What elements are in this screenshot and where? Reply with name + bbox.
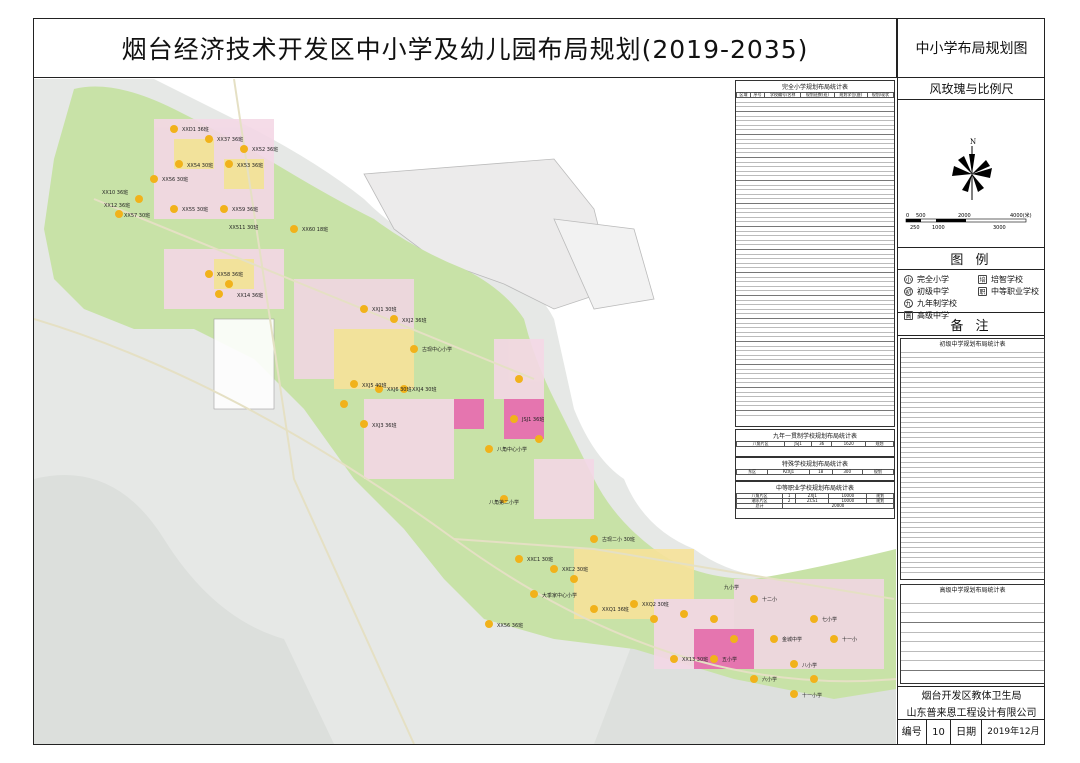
svg-text:XXQ1 36班: XXQ1 36班 — [602, 606, 629, 613]
svg-text:XXC2 30班: XXC2 30班 — [562, 566, 588, 573]
page-title: 烟台经济技术开发区中小学及幼儿园布局规划(2019-2035) — [33, 18, 897, 78]
nine-year-table: 九年一贯制学校规划布局统计表 八角片区 JSJ1 36 1620 规划 — [735, 429, 895, 457]
legend-middle: 初初级中学 — [904, 287, 949, 296]
svg-text:十一小学: 十一小学 — [802, 692, 822, 699]
svg-text:八小学: 八小学 — [802, 662, 817, 669]
svg-text:大季家中心小学: 大季家中心小学 — [542, 592, 577, 599]
middle-school-icon: 初 — [904, 287, 913, 296]
svg-text:XX57 30班: XX57 30班 — [124, 212, 150, 219]
svg-text:十一小: 十一小 — [842, 636, 857, 643]
svg-text:XX14 36班: XX14 36班 — [237, 292, 263, 299]
svg-text:XX58 36班: XX58 36班 — [217, 271, 243, 278]
svg-text:XX59 36班: XX59 36班 — [232, 206, 258, 213]
middle-table-caption: 初级中学规划布局统计表 — [939, 341, 1006, 348]
vocational-school-table: 中等职业学校规划布局统计表 八角片区 1 ZXJ1 10000 规划 潮水片区 2 ZCS1… — [735, 481, 895, 519]
scale-bar: 0 500 2000 4000(米) 250 1000 3000 — [905, 212, 1032, 231]
legend-nine-year: 九九年制学校 — [904, 299, 957, 308]
primary-school-icon: 小 — [904, 275, 913, 284]
planning-map[interactable]: XXD1 36班 XX37 36班 XX52 36班 XX53 36班 XX54… — [34, 79, 896, 744]
middle-school-table: 初级中学规划布局统计表 — [900, 338, 1045, 580]
legend-primary: 小完全小学 — [904, 275, 949, 284]
wind-rose-panel: N 0 500 2000 4000(米) 250 1000 3000 — [898, 100, 1045, 248]
org-1: 烟台开发区教体卫生局 — [921, 691, 1022, 702]
svg-text:XXJ2 36班: XXJ2 36班 — [402, 317, 426, 324]
nine-year-school-icon: 九 — [904, 299, 913, 308]
date-value: 2019年12月 — [987, 727, 1040, 737]
svg-text:N: N — [970, 138, 976, 146]
primary-table-caption: 完全小学规划布局统计表 — [781, 84, 848, 91]
high-table-caption: 高级中学规划布局统计表 — [939, 587, 1006, 594]
vocational-school-icon: 职 — [978, 287, 987, 296]
num-value: 10 — [927, 720, 952, 745]
svg-text:XX37 36班: XX37 36班 — [217, 136, 243, 143]
legend-special: 培培智学校 — [978, 275, 1023, 284]
map-name: 中小学布局规划图 — [898, 18, 1045, 78]
svg-text:五小学: 五小学 — [722, 656, 737, 663]
svg-text:0: 0 — [906, 213, 909, 219]
svg-text:XXJ6 30班: XXJ6 30班 — [387, 386, 411, 393]
svg-text:XXJ4 30班: XXJ4 30班 — [412, 386, 436, 393]
svg-text:XX56 30班: XX56 30班 — [162, 176, 188, 183]
high-school-table: 高级中学规划布局统计表 — [900, 584, 1045, 684]
legend-vocational: 职中等职业学校 — [978, 287, 1039, 296]
svg-text:XX60 18班: XX60 18班 — [302, 226, 328, 233]
svg-text:八角中心小学: 八角中心小学 — [497, 446, 527, 453]
svg-text:XX53 36班: XX53 36班 — [237, 162, 263, 169]
svg-text:九小学: 九小学 — [724, 584, 739, 591]
primary-table-rows — [736, 98, 894, 418]
svg-text:古现中心小学: 古现中心小学 — [422, 346, 452, 353]
high-table-rows — [901, 594, 1044, 680]
svg-text:500: 500 — [916, 213, 926, 219]
primary-school-table: 完全小学规划布局统计表 区域 序号 学校编号/名称 规划班数(班) 规划学位(座) 规… — [735, 80, 895, 427]
special-table-caption: 特殊学校规划布局统计表 — [781, 461, 848, 468]
date-label: 日期 — [951, 720, 982, 745]
svg-text:XX511 30班: XX511 30班 — [229, 224, 258, 231]
legend-title: 图 例 — [898, 248, 1045, 270]
org-2: 山东普来恩工程设计有限公司 — [906, 708, 1037, 719]
special-school-table: 特殊学校规划布局统计表 东区 PZXJ1 18 300 规划 — [735, 457, 895, 481]
info-row: 编号 10 日期 2019年12月 — [898, 720, 1045, 745]
svg-text:XX55 30班: XX55 30班 — [182, 206, 208, 213]
special-school-icon: 培 — [978, 275, 987, 284]
wind-rose-icon: N 0 500 2000 4000(米) 250 1000 3000 — [905, 138, 1032, 231]
svg-text:XXQ2 30班: XXQ2 30班 — [642, 601, 669, 608]
middle-table-rows — [901, 348, 1044, 574]
svg-text:七小学: 七小学 — [822, 616, 837, 623]
svg-text:金城中学: 金城中学 — [782, 636, 802, 643]
svg-text:XXC1 30班: XXC1 30班 — [527, 556, 553, 563]
rose-title: 风玫瑰与比例尺 — [898, 78, 1045, 100]
side-panel: 中小学布局规划图 风玫瑰与比例尺 N 0 500 2000 4000(米) 25… — [897, 18, 1045, 745]
svg-text:十二小: 十二小 — [762, 596, 777, 603]
svg-text:250: 250 — [910, 225, 920, 231]
nine-table-caption: 九年一贯制学校规划布局统计表 — [772, 433, 857, 440]
svg-text:八角第二小学: 八角第二小学 — [489, 499, 519, 506]
svg-text:2000: 2000 — [958, 213, 971, 219]
svg-text:六小学: 六小学 — [762, 676, 777, 683]
svg-text:XX56 36班: XX56 36班 — [497, 622, 523, 629]
table-header-row: 区域 序号 学校编号/名称 规划班数(班) 规划学位(座) 规划/现状 — [735, 92, 895, 98]
svg-text:XXJ5 40班: XXJ5 40班 — [362, 382, 386, 389]
svg-text:XX12 36班: XX12 36班 — [104, 202, 130, 209]
svg-text:XX13 30班: XX13 30班 — [682, 656, 708, 663]
svg-text:古现二小 30班: 古现二小 30班 — [602, 536, 635, 543]
svg-text:XXD1 36班: XXD1 36班 — [182, 126, 209, 133]
svg-text:XX52 36班: XX52 36班 — [252, 146, 278, 153]
legend-panel: 小完全小学 培培智学校 初初级中学 职中等职业学校 九九年制学校 高高级中学 — [898, 270, 1045, 320]
svg-text:XX10 36班: XX10 36班 — [102, 189, 128, 196]
organization-block: 烟台开发区教体卫生局 山东普来恩工程设计有限公司 — [898, 686, 1045, 720]
svg-text:XXJ3 36班: XXJ3 36班 — [372, 422, 396, 429]
svg-text:JSJ1 36班: JSJ1 36班 — [521, 416, 544, 423]
svg-text:XX54 30班: XX54 30班 — [187, 162, 213, 169]
vocational-table-caption: 中等职业学校规划布局统计表 — [775, 485, 854, 492]
svg-text:4000(米): 4000(米) — [1010, 212, 1032, 219]
svg-text:1000: 1000 — [932, 225, 945, 231]
num-label: 编号 — [898, 720, 927, 745]
notes-title: 备 注 — [898, 314, 1045, 336]
svg-text:3000: 3000 — [993, 225, 1006, 231]
svg-text:XXJ1 30班: XXJ1 30班 — [372, 306, 396, 313]
